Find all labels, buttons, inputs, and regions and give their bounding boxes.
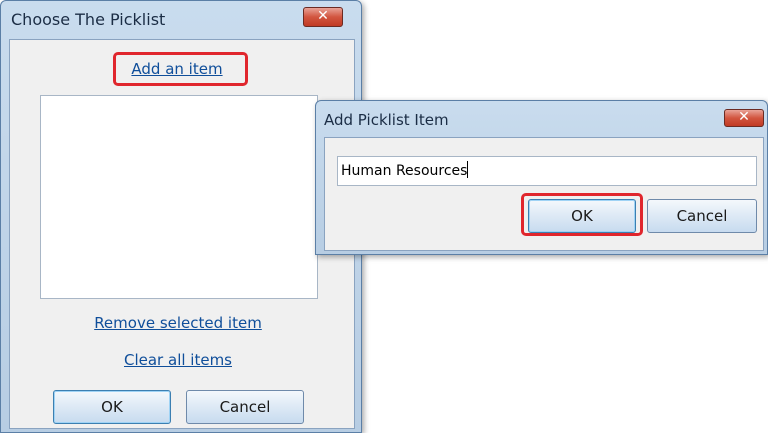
- add-item-highlight: [113, 52, 248, 86]
- ok-button-highlight: [521, 193, 643, 236]
- close-icon[interactable]: ✕: [724, 109, 764, 127]
- text-caret: [467, 161, 469, 178]
- dialog-client-area: Add an item Remove selected item Clear a…: [9, 39, 355, 429]
- close-icon[interactable]: ✕: [303, 7, 343, 27]
- dialog-client-area: Human Resources OK Cancel: [324, 137, 764, 251]
- dialog-titlebar[interactable]: Add Picklist Item ✕: [316, 101, 767, 139]
- remove-selected-link[interactable]: Remove selected item: [88, 314, 268, 332]
- picklist-listbox[interactable]: [40, 95, 318, 299]
- input-value: Human Resources: [341, 163, 468, 179]
- clear-all-link[interactable]: Clear all items: [108, 351, 248, 369]
- cancel-button[interactable]: Cancel: [186, 390, 304, 424]
- ok-button[interactable]: OK: [53, 390, 171, 424]
- cancel-button[interactable]: Cancel: [647, 199, 757, 233]
- picklist-item-input[interactable]: Human Resources: [337, 156, 757, 186]
- dialog-title: Add Picklist Item: [324, 111, 449, 129]
- dialog-titlebar[interactable]: Choose The Picklist ✕: [1, 1, 361, 39]
- choose-picklist-dialog: Choose The Picklist ✕ Add an item Remove…: [0, 0, 362, 433]
- dialog-title: Choose The Picklist: [11, 10, 166, 29]
- add-picklist-item-dialog: Add Picklist Item ✕ Human Resources OK C…: [315, 100, 768, 255]
